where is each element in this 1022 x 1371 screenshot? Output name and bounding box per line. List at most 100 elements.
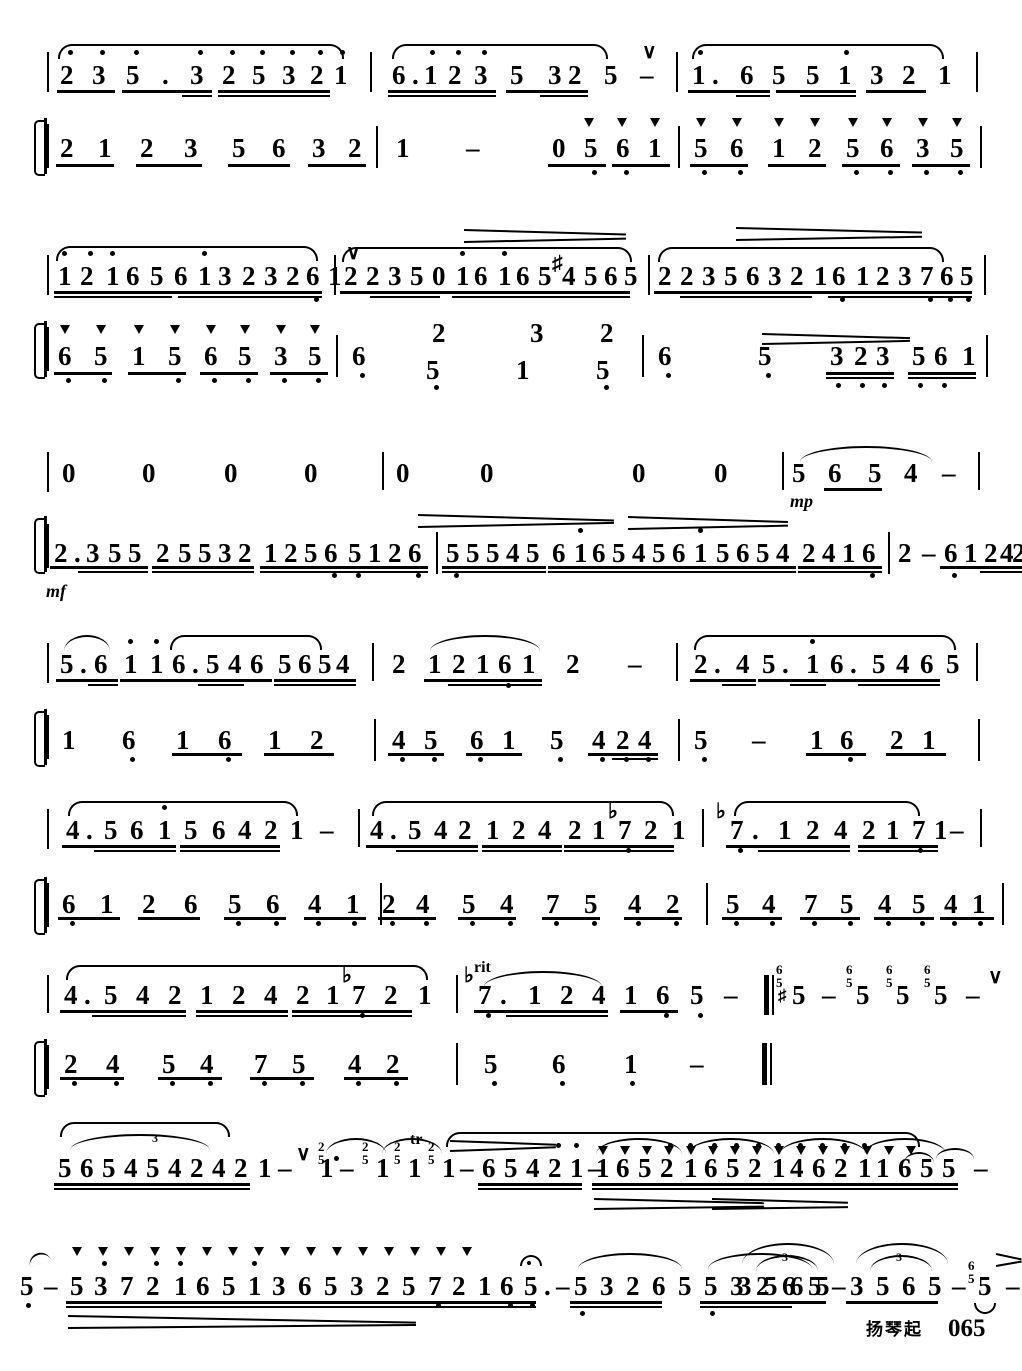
- beam: [152, 571, 254, 574]
- note: 3: [916, 133, 930, 163]
- beam: [712, 566, 796, 569]
- note: 5: [150, 261, 164, 291]
- beam: [680, 296, 812, 299]
- hairpin: [995, 1260, 1022, 1267]
- beam: [858, 845, 938, 848]
- note: 1: [592, 815, 606, 845]
- accent-wedge-icon: [617, 118, 627, 127]
- beam: [344, 566, 428, 569]
- note: 7: [920, 261, 934, 291]
- beam: [274, 684, 356, 687]
- rest: 0: [480, 458, 494, 488]
- fermata-icon: [974, 1303, 996, 1314]
- note: 4: [168, 1153, 182, 1183]
- note: 1: [810, 725, 824, 755]
- note: 7: [478, 980, 492, 1010]
- note: 5: [912, 889, 926, 919]
- note: 5: [928, 1271, 942, 1301]
- octave-dot-high: [134, 50, 139, 55]
- beam: [734, 1301, 826, 1304]
- octave-dot-low: [432, 757, 437, 762]
- note: 1: [418, 980, 432, 1010]
- note: 2: [452, 649, 466, 679]
- phrase-slur: [694, 635, 956, 650]
- brace-tick: [44, 118, 47, 174]
- octave-dot-low: [698, 1013, 703, 1018]
- note: 4: [308, 889, 322, 919]
- note: 4: [538, 815, 552, 845]
- beam: [726, 845, 850, 848]
- note: 6: [704, 1153, 718, 1183]
- accent-wedge-icon: [280, 1247, 290, 1256]
- note: 2: [386, 1049, 400, 1079]
- accent-wedge-icon: [134, 325, 144, 334]
- note: 4: [238, 815, 252, 845]
- octave-dot-low: [848, 921, 853, 926]
- accent-wedge-icon: [848, 118, 858, 127]
- beam: [564, 845, 674, 848]
- beam: [128, 372, 186, 375]
- note: 5: [856, 980, 870, 1010]
- beam: [260, 571, 344, 574]
- note: 6: [474, 261, 488, 291]
- octave-dot-low: [454, 573, 459, 578]
- note: 6: [482, 1153, 496, 1183]
- beam: [482, 850, 562, 853]
- note: 1: [478, 1271, 492, 1301]
- beam: [620, 1010, 678, 1013]
- beam: [570, 1301, 662, 1304]
- staff-barline-start-upper: [47, 255, 50, 295]
- rest: 0: [224, 458, 238, 488]
- slur: [578, 1253, 682, 1269]
- beam: [548, 571, 714, 574]
- note: 1: [106, 261, 120, 291]
- barline: [980, 809, 983, 847]
- note: 5: [58, 1153, 72, 1183]
- beam: [54, 296, 172, 299]
- barline: [642, 335, 645, 377]
- accent-wedge-icon: [206, 325, 216, 334]
- note: 1: [428, 649, 442, 679]
- beam: [768, 164, 826, 167]
- note: 5: [704, 1271, 718, 1301]
- note: 2: [626, 1271, 640, 1301]
- beam: [344, 1077, 408, 1080]
- beam: [980, 566, 1022, 569]
- note: 7: [912, 815, 926, 845]
- barline: [888, 532, 891, 574]
- octave-dot-high: [162, 805, 167, 810]
- note: 1: [516, 355, 530, 385]
- octave-dot-low: [702, 757, 707, 762]
- note: 4: [500, 889, 514, 919]
- accent-wedge-icon: [306, 1247, 316, 1256]
- note: 5: [278, 649, 292, 679]
- barline: [376, 126, 379, 168]
- accent-wedge-icon: [124, 1247, 134, 1256]
- note: 1: [58, 261, 72, 291]
- note: 6: [392, 60, 406, 90]
- note: 6: [616, 133, 630, 163]
- note: 2: [146, 1271, 160, 1301]
- note: 2: [238, 538, 252, 568]
- octave-dot-low: [394, 1081, 399, 1086]
- beam: [548, 566, 714, 569]
- note: 1: [100, 889, 114, 919]
- note: 6: [920, 649, 934, 679]
- beam: [482, 845, 562, 848]
- note: 6: [500, 1271, 514, 1301]
- octave-dot-high: [198, 50, 203, 55]
- note: 3: [702, 261, 716, 291]
- augmentation-dot: .: [80, 649, 87, 679]
- barline: [678, 126, 681, 168]
- note: 6: [94, 649, 108, 679]
- note: 5: [318, 649, 332, 679]
- note: 5: [690, 980, 704, 1010]
- note: 1: [176, 725, 190, 755]
- note: 6: [306, 261, 320, 291]
- octave-dot-low: [424, 921, 429, 926]
- note: 1: [442, 1153, 456, 1183]
- sustain-dash: –: [832, 1271, 846, 1301]
- flat-accidental-icon: ♭: [716, 799, 726, 823]
- beam: [250, 1077, 314, 1080]
- octave-dot-low: [882, 383, 887, 388]
